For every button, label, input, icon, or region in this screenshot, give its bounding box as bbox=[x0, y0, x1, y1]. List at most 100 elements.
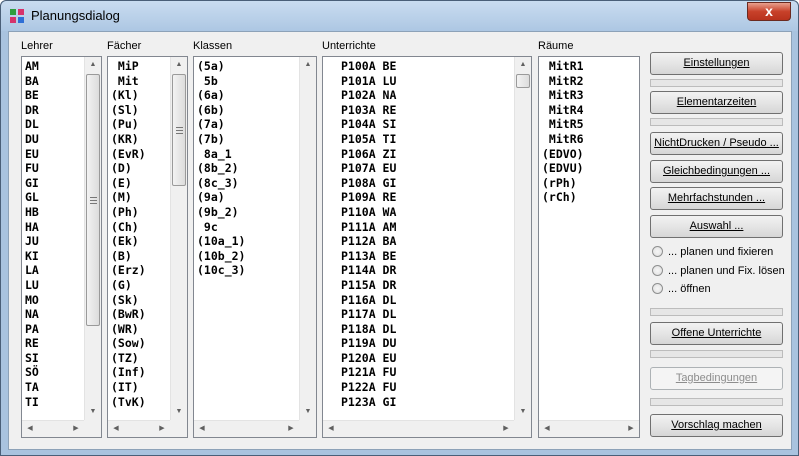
list-item[interactable]: P118A DL bbox=[341, 322, 396, 337]
faecher-vertical-scrollbar[interactable]: ▲ ▼ bbox=[170, 57, 187, 420]
list-item[interactable]: (Pu) bbox=[111, 117, 146, 132]
scroll-right-icon[interactable]: ▶ bbox=[498, 421, 514, 437]
radio-planen-fixieren[interactable]: ... planen und fixieren bbox=[652, 246, 773, 260]
list-item[interactable]: P113A BE bbox=[341, 249, 396, 264]
scroll-up-icon[interactable]: ▲ bbox=[515, 57, 531, 73]
list-item[interactable]: MitR3 bbox=[542, 88, 584, 103]
list-item[interactable]: P107A EU bbox=[341, 161, 396, 176]
klassen-list[interactable]: (5a) 5b (6a) (6b) (7a) (7b) 8a_1 (8b_2) (8c_3)… bbox=[193, 56, 317, 438]
list-item[interactable]: MitR4 bbox=[542, 103, 584, 118]
klassen-items[interactable]: (5a) 5b (6a) (6b) (7a) (7b) 8a_1 (8b_2) (8c_3)… bbox=[197, 59, 245, 278]
gleichbedingungen-button[interactable]: Gleichbedingungen ... bbox=[650, 160, 783, 183]
einstellungen-button[interactable]: Einstellungen bbox=[650, 52, 783, 75]
scroll-left-icon[interactable]: ◀ bbox=[22, 421, 38, 437]
list-item[interactable]: (rCh) bbox=[542, 190, 584, 205]
scroll-down-icon[interactable]: ▼ bbox=[171, 404, 187, 420]
unterrichte-horizontal-scrollbar[interactable]: ◀ ▶ bbox=[323, 420, 531, 437]
list-item[interactable]: (IT) bbox=[111, 380, 146, 395]
list-item[interactable]: LA bbox=[25, 263, 39, 278]
list-item[interactable]: (TvK) bbox=[111, 395, 146, 410]
klassen-vertical-scrollbar[interactable]: ▲ ▼ bbox=[299, 57, 316, 420]
radio-oeffnen[interactable]: ... öffnen bbox=[652, 283, 711, 297]
list-item[interactable]: AM bbox=[25, 59, 39, 74]
radio-button-icon[interactable] bbox=[652, 265, 663, 276]
list-item[interactable]: (6b) bbox=[197, 103, 245, 118]
list-item[interactable]: P115A DR bbox=[341, 278, 396, 293]
list-item[interactable]: SI bbox=[25, 351, 39, 366]
scroll-thumb[interactable] bbox=[516, 74, 530, 88]
list-item[interactable]: HB bbox=[25, 205, 39, 220]
list-item[interactable]: MitR6 bbox=[542, 132, 584, 147]
list-item[interactable]: P116A DL bbox=[341, 293, 396, 308]
list-item[interactable]: FU bbox=[25, 161, 39, 176]
auswahl-button[interactable]: Auswahl ... bbox=[650, 215, 783, 238]
offene-unterrichte-button[interactable]: Offene Unterrichte bbox=[650, 322, 783, 345]
list-item[interactable]: 9c bbox=[197, 220, 245, 235]
list-item[interactable]: BA bbox=[25, 74, 39, 89]
close-button[interactable]: x bbox=[747, 2, 791, 21]
lehrer-vertical-scrollbar[interactable]: ▲ ▼ bbox=[84, 57, 101, 420]
list-item[interactable]: (G) bbox=[111, 278, 146, 293]
scroll-right-icon[interactable]: ▶ bbox=[154, 421, 170, 437]
list-item[interactable]: (B) bbox=[111, 249, 146, 264]
lehrer-list[interactable]: AM BA BE DR DL DU EU FU GI GL HB HA JU KI LA LU MO NA PA RE… bbox=[21, 56, 102, 438]
list-item[interactable]: TI bbox=[25, 395, 39, 410]
list-item[interactable]: MitR5 bbox=[542, 117, 584, 132]
list-item[interactable]: P122A FU bbox=[341, 380, 396, 395]
klassen-horizontal-scrollbar[interactable]: ◀ ▶ bbox=[194, 420, 316, 437]
list-item[interactable]: GI bbox=[25, 176, 39, 191]
list-item[interactable]: DU bbox=[25, 132, 39, 147]
list-item[interactable]: (D) bbox=[111, 161, 146, 176]
nichtdrucken-pseudo-button[interactable]: NichtDrucken / Pseudo ... bbox=[650, 132, 783, 155]
list-item[interactable]: P119A DU bbox=[341, 336, 396, 351]
list-item[interactable]: 5b bbox=[197, 74, 245, 89]
list-item[interactable]: (Sl) bbox=[111, 103, 146, 118]
list-item[interactable]: (10a_1) bbox=[197, 234, 245, 249]
raeume-items[interactable]: MitR1 MitR2 MitR3 MitR4 MitR5 MitR6 (EDVO… bbox=[542, 59, 584, 205]
list-item[interactable]: MiP bbox=[111, 59, 146, 74]
list-item[interactable]: (rPh) bbox=[542, 176, 584, 191]
list-item[interactable]: P100A BE bbox=[341, 59, 396, 74]
list-item[interactable]: MitR1 bbox=[542, 59, 584, 74]
list-item[interactable]: (WR) bbox=[111, 322, 146, 337]
list-item[interactable]: (7b) bbox=[197, 132, 245, 147]
list-item[interactable]: P103A RE bbox=[341, 103, 396, 118]
list-item[interactable]: (6a) bbox=[197, 88, 245, 103]
faecher-items[interactable]: MiP Mit (Kl) (Sl) (Pu) (KR) (EvR) (D) (E) (M) (Ph… bbox=[111, 59, 146, 409]
scroll-down-icon[interactable]: ▼ bbox=[515, 404, 531, 420]
list-item[interactable]: (E) bbox=[111, 176, 146, 191]
faecher-list[interactable]: MiP Mit (Kl) (Sl) (Pu) (KR) (EvR) (D) (E) (M) (Ph… bbox=[107, 56, 188, 438]
scroll-left-icon[interactable]: ◀ bbox=[539, 421, 555, 437]
list-item[interactable]: MitR2 bbox=[542, 74, 584, 89]
scroll-left-icon[interactable]: ◀ bbox=[323, 421, 339, 437]
lehrer-items[interactable]: AM BA BE DR DL DU EU FU GI GL HB HA JU KI LA LU MO NA PA RE… bbox=[25, 59, 39, 409]
scroll-down-icon[interactable]: ▼ bbox=[300, 404, 316, 420]
list-item[interactable]: (KR) bbox=[111, 132, 146, 147]
radio-button-icon[interactable] bbox=[652, 246, 663, 257]
list-item[interactable]: KI bbox=[25, 249, 39, 264]
list-item[interactable]: Mit bbox=[111, 74, 146, 89]
list-item[interactable]: (EDVO) bbox=[542, 147, 584, 162]
list-item[interactable]: SÖ bbox=[25, 365, 39, 380]
list-item[interactable]: (EDVU) bbox=[542, 161, 584, 176]
list-item[interactable]: (9a) bbox=[197, 190, 245, 205]
list-item[interactable]: P117A DL bbox=[341, 307, 396, 322]
raeume-list[interactable]: MitR1 MitR2 MitR3 MitR4 MitR5 MitR6 (EDVO… bbox=[538, 56, 640, 438]
list-item[interactable]: GL bbox=[25, 190, 39, 205]
mehrfachstunden-button[interactable]: Mehrfachstunden ... bbox=[650, 187, 783, 210]
list-item[interactable]: P112A BA bbox=[341, 234, 396, 249]
list-item[interactable]: BE bbox=[25, 88, 39, 103]
list-item[interactable]: P106A ZI bbox=[341, 147, 396, 162]
list-item[interactable]: (Erz) bbox=[111, 263, 146, 278]
list-item[interactable]: (Sk) bbox=[111, 293, 146, 308]
radio-planen-fix-loesen[interactable]: ... planen und Fix. lösen bbox=[652, 265, 785, 279]
list-item[interactable]: (10b_2) bbox=[197, 249, 245, 264]
list-item[interactable]: PA bbox=[25, 322, 39, 337]
list-item[interactable]: (EvR) bbox=[111, 147, 146, 162]
tagbedingungen-button[interactable]: Tagbedingungen bbox=[650, 367, 783, 390]
list-item[interactable]: (Sow) bbox=[111, 336, 146, 351]
scroll-right-icon[interactable]: ▶ bbox=[68, 421, 84, 437]
scroll-right-icon[interactable]: ▶ bbox=[283, 421, 299, 437]
list-item[interactable]: (8c_3) bbox=[197, 176, 245, 191]
list-item[interactable]: P105A TI bbox=[341, 132, 396, 147]
